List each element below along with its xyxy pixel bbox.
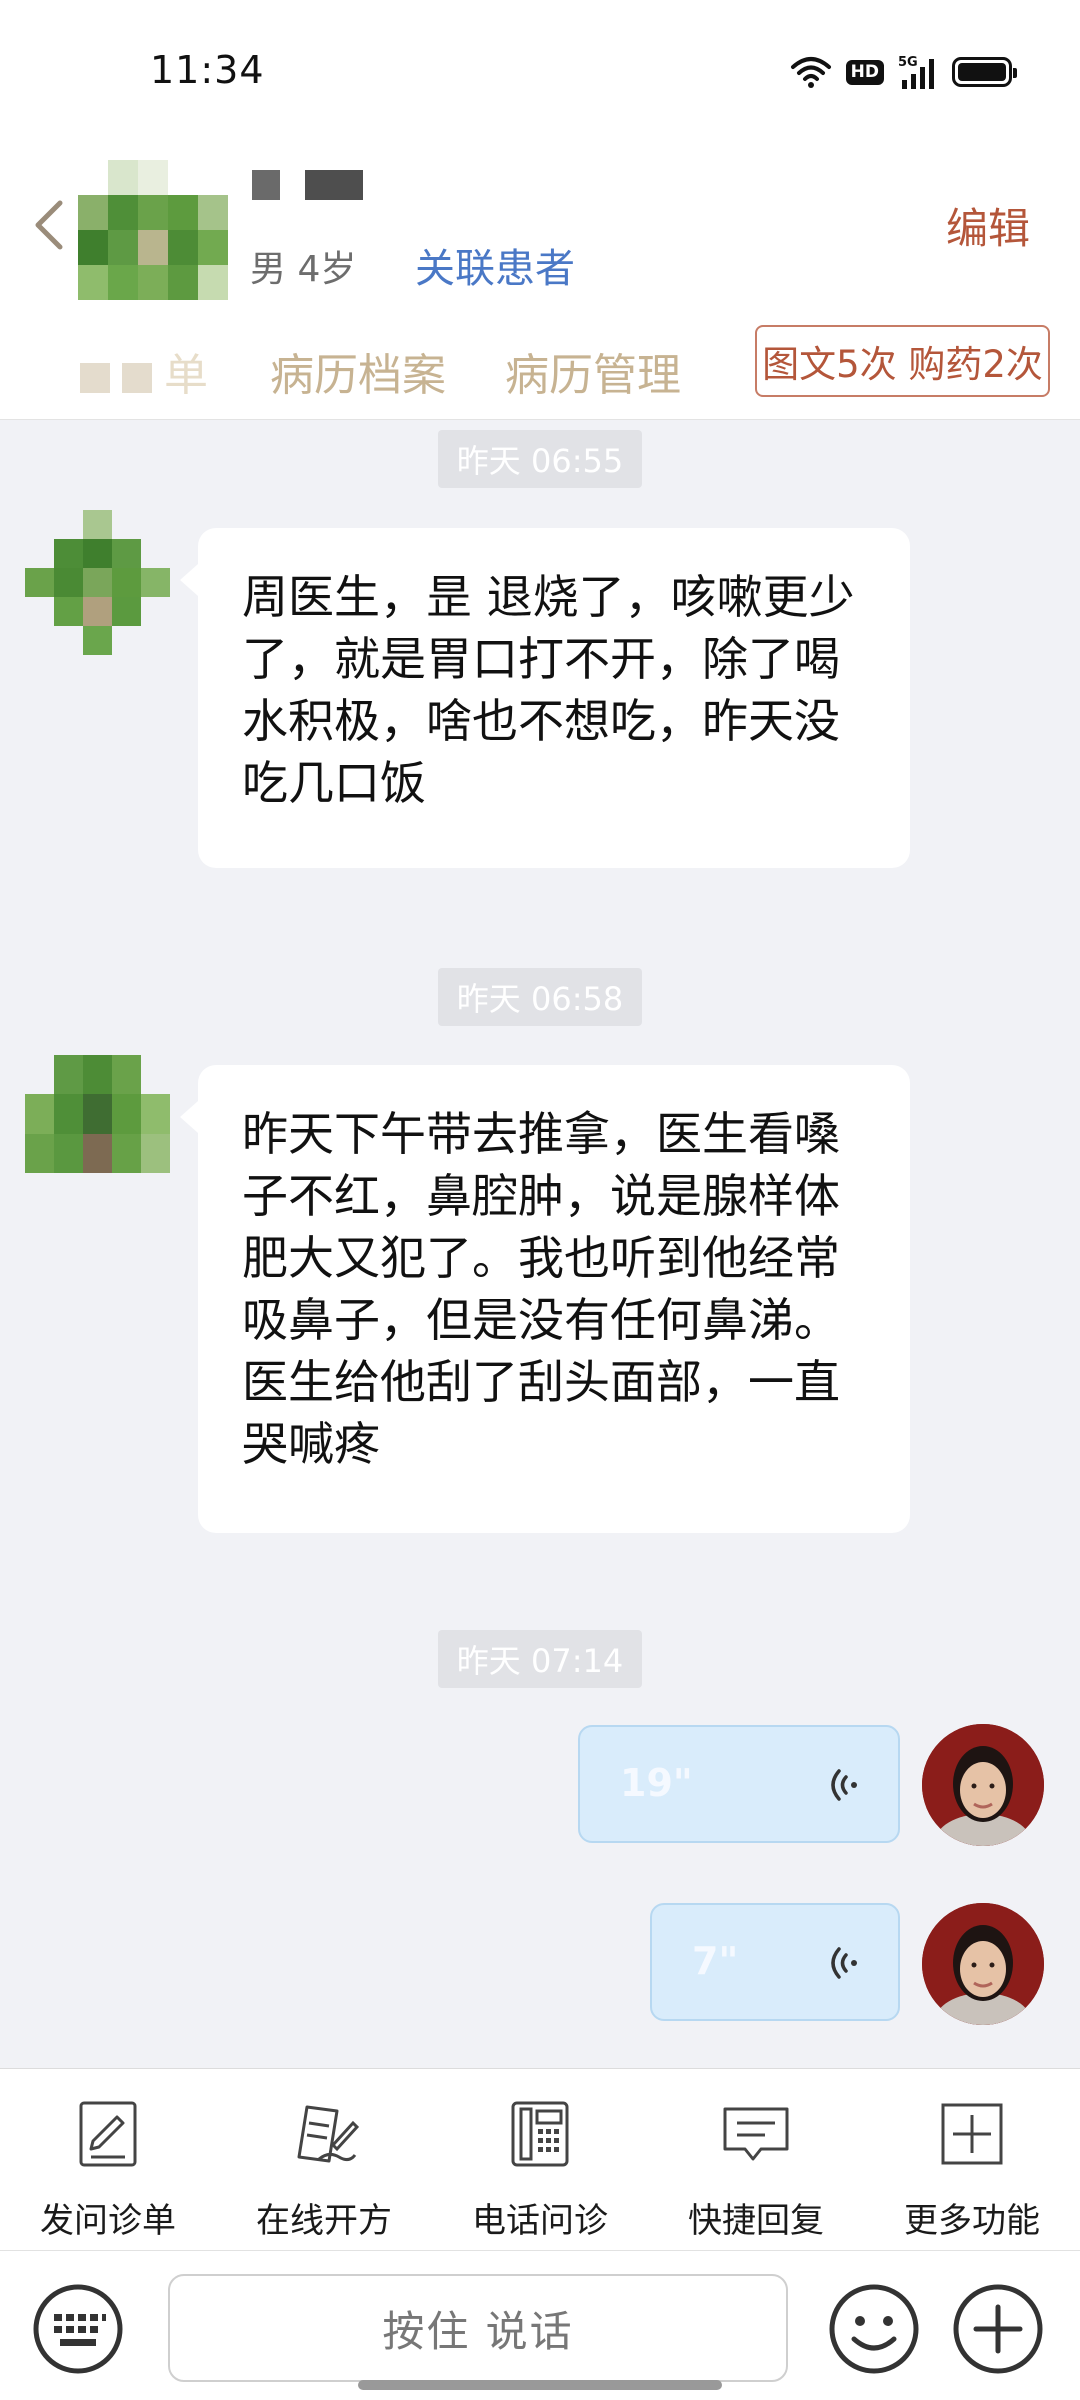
header-tabs: 单 病历档案 病历管理 图文5次 购药2次 bbox=[0, 325, 1080, 405]
keyboard-icon[interactable] bbox=[30, 2281, 126, 2377]
tool-label: 发问诊单 bbox=[40, 2201, 176, 2241]
voice-message[interactable]: 7" bbox=[650, 1903, 900, 2021]
online-prescription-button[interactable]: 在线开方 bbox=[216, 2069, 432, 2251]
tab-medical-records[interactable]: 病历档案 bbox=[270, 339, 446, 403]
form-icon bbox=[79, 2101, 137, 2167]
emoji-icon[interactable] bbox=[826, 2281, 922, 2377]
voice-duration: 7" bbox=[692, 1939, 739, 1983]
patient-message-avatar[interactable] bbox=[25, 1055, 170, 1173]
network-label: 5G bbox=[898, 55, 918, 70]
tab-record-management[interactable]: 病历管理 bbox=[505, 339, 681, 403]
doctor-avatar[interactable] bbox=[922, 1724, 1044, 1846]
status-time: 11:34 bbox=[150, 48, 265, 92]
patient-gender-age: 男 4岁 bbox=[250, 249, 357, 290]
prescription-icon bbox=[297, 2105, 359, 2163]
incoming-message[interactable]: 周医生，昰 退烧了，咳嗽更少了，就是胃口打不开，除了喝水积极，啥也不想吃，昨天没… bbox=[180, 528, 910, 868]
voice-duration: 19" bbox=[620, 1761, 693, 1805]
timestamp: 昨天 06:58 bbox=[438, 968, 642, 1026]
phone-consult-button[interactable]: 电话问诊 bbox=[432, 2069, 648, 2251]
hold-to-talk-button[interactable]: 按住 说话 bbox=[168, 2274, 788, 2382]
status-icons: HD 5G bbox=[790, 50, 1017, 94]
timestamp: 昨天 07:14 bbox=[438, 1630, 642, 1688]
tool-label: 更多功能 bbox=[904, 2201, 1040, 2241]
home-indicator[interactable] bbox=[358, 2380, 722, 2390]
doctor-photo bbox=[922, 1724, 1044, 1846]
quick-reply-icon bbox=[723, 2107, 789, 2161]
patient-name-blurred bbox=[252, 170, 363, 200]
phone-icon bbox=[511, 2101, 569, 2167]
hd-badge: HD bbox=[845, 59, 884, 85]
link-patient-button[interactable]: 关联患者 bbox=[415, 236, 575, 294]
tool-label: 快捷回复 bbox=[688, 2201, 824, 2241]
voice-message[interactable]: 19" bbox=[578, 1725, 900, 1843]
back-arrow-icon[interactable] bbox=[30, 195, 70, 255]
function-toolbar: 发问诊单 在线开方 电话问诊 快捷回复 更多功能 bbox=[0, 2068, 1080, 2250]
tool-label: 在线开方 bbox=[256, 2201, 392, 2241]
edit-button[interactable]: 编辑 bbox=[946, 195, 1030, 256]
patient-header: 男 4岁 关联患者 编辑 单 病历档案 病历管理 图文5次 购药2次 bbox=[0, 140, 1080, 420]
timestamp: 昨天 06:55 bbox=[438, 430, 642, 488]
patient-avatar[interactable] bbox=[78, 160, 228, 300]
signal-icon: 5G bbox=[898, 55, 934, 89]
voice-wave-icon bbox=[831, 1947, 857, 1979]
tab-inquiry-form[interactable]: 单 bbox=[80, 339, 208, 403]
tool-label: 电话问诊 bbox=[472, 2201, 608, 2241]
wifi-icon bbox=[790, 57, 831, 88]
input-bar: 按住 说话 bbox=[0, 2250, 1080, 2400]
plus-icon[interactable] bbox=[950, 2281, 1046, 2377]
quick-reply-button[interactable]: 快捷回复 bbox=[648, 2069, 864, 2251]
doctor-avatar[interactable] bbox=[922, 1903, 1044, 2025]
more-functions-button[interactable]: 更多功能 bbox=[864, 2069, 1080, 2251]
doctor-photo bbox=[922, 1903, 1044, 2025]
more-icon bbox=[941, 2103, 1003, 2165]
voice-wave-icon bbox=[831, 1769, 857, 1801]
usage-badge: 图文5次 购药2次 bbox=[755, 325, 1050, 397]
battery-icon bbox=[952, 57, 1017, 87]
patient-message-avatar[interactable] bbox=[25, 510, 170, 655]
send-inquiry-form-button[interactable]: 发问诊单 bbox=[0, 2069, 216, 2251]
incoming-message[interactable]: 昨天下午带去推拿，医生看嗓子不红，鼻腔肿，说是腺样体肥大又犯了。我也听到他经常吸… bbox=[180, 1065, 910, 1533]
status-bar: 11:34 HD 5G bbox=[0, 0, 1080, 140]
